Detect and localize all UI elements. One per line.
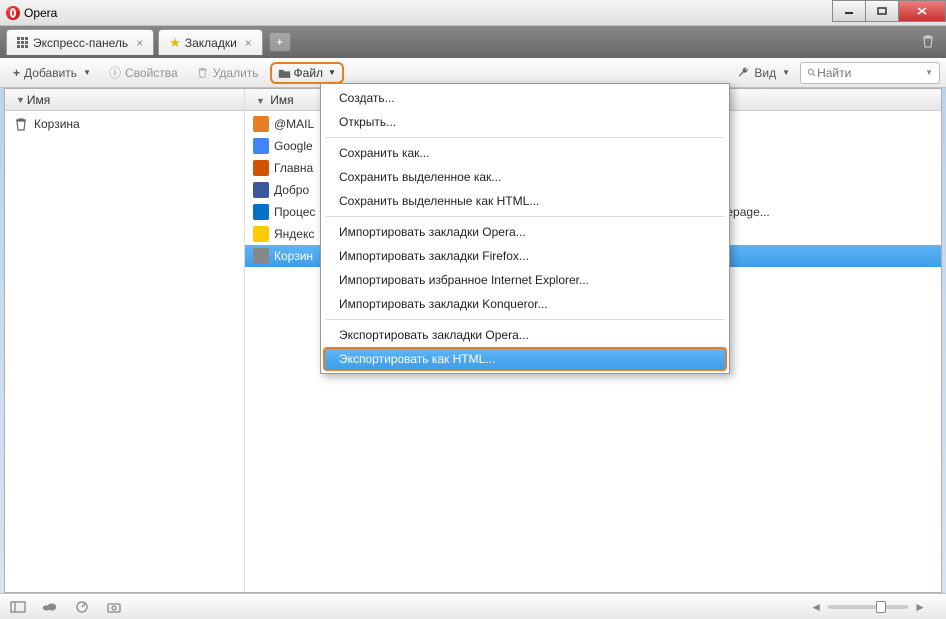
chevron-left-icon[interactable]: ◄ [810,600,822,614]
favicon-icon [253,248,269,264]
file-menu-button[interactable]: Файл ▼ [270,62,344,84]
sync-icon[interactable] [42,600,58,614]
chevron-right-icon[interactable]: ► [914,600,926,614]
menu-item[interactable]: Экспортировать закладки Opera... [323,323,727,347]
menu-item[interactable]: Создать... [323,86,727,110]
chevron-down-icon: ▼ [782,68,790,77]
menu-item[interactable]: Сохранить выделенное как... [323,165,727,189]
plus-icon: + [13,66,20,80]
statusbar: ◄ ► [0,593,946,619]
opera-logo-icon [6,6,20,20]
menu-item[interactable]: Открыть... [323,110,727,134]
chevron-down-icon: ▼ [328,68,336,77]
minimize-button[interactable] [832,0,866,22]
favicon-icon [253,160,269,176]
camera-icon[interactable] [106,600,122,614]
tab-bookmarks[interactable]: Закладки × [158,29,263,55]
file-dropdown-menu: Создать...Открыть...Сохранить как...Сохр… [320,83,730,374]
titlebar: Opera [0,0,946,26]
tree-list: Корзина [5,111,244,137]
properties-label: Свойства [125,66,178,80]
menu-item[interactable]: Импортировать закладки Firefox... [323,244,727,268]
maximize-button[interactable] [865,0,899,22]
view-label: Вид [754,66,776,80]
menu-item[interactable]: Импортировать избранное Internet Explore… [323,268,727,292]
tab-close-icon[interactable]: × [245,36,252,50]
delete-label: Удалить [213,66,259,80]
tab-close-icon[interactable]: × [136,36,143,50]
star-icon [169,35,181,51]
properties-button[interactable]: ⓘ Свойства [102,61,185,84]
menu-item[interactable]: Сохранить выделенные как HTML... [323,189,727,213]
wrench-icon [737,66,750,79]
tree-header[interactable]: ▼ Имя [5,89,244,111]
trash-icon [196,66,209,79]
window-title: Opera [24,6,57,20]
chevron-down-icon: ▼ [925,68,933,77]
favicon-icon [253,116,269,132]
folder-tree-pane: ▼ Имя Корзина [5,89,245,592]
file-label: Файл [294,66,324,80]
panel-icon[interactable] [10,600,26,614]
sort-arrow-icon: ▼ [256,96,265,106]
menu-separator [325,319,725,320]
closed-tabs-trash-icon[interactable] [920,33,936,52]
speed-dial-icon [17,37,28,48]
slider-thumb[interactable] [876,601,886,613]
tree-header-label: Имя [27,93,50,107]
menu-item[interactable]: Экспортировать как HTML... [323,347,727,371]
column-header-label: Имя [270,93,293,107]
menu-separator [325,137,725,138]
add-button[interactable]: + Добавить ▼ [6,63,98,83]
zoom-slider[interactable] [828,605,908,609]
turbo-icon[interactable] [74,600,90,614]
favicon-icon [253,226,269,242]
new-tab-button[interactable]: + [269,32,291,52]
menu-separator [325,216,725,217]
view-menu-button[interactable]: Вид ▼ [731,63,796,83]
menu-item[interactable]: Импортировать закладки Konqueror... [323,292,727,316]
delete-button[interactable]: Удалить [189,63,266,83]
menu-item[interactable]: Сохранить как... [323,141,727,165]
chevron-down-icon: ▼ [83,68,91,77]
tab-label: Экспресс-панель [33,36,128,50]
tree-item-label: Корзина [34,117,80,131]
tree-item-trash[interactable]: Корзина [5,113,244,135]
folder-icon [278,67,291,79]
sort-arrow-icon: ▼ [16,95,25,105]
search-input[interactable] [817,66,923,80]
tab-speed-dial[interactable]: Экспресс-панель × [6,29,154,55]
favicon-icon [253,204,269,220]
favicon-icon [253,182,269,198]
info-icon: ⓘ [109,64,121,81]
trash-icon [13,116,29,132]
tab-label: Закладки [185,36,237,50]
search-icon [807,67,817,79]
favicon-icon [253,138,269,154]
menu-item[interactable]: Импортировать закладки Opera... [323,220,727,244]
close-button[interactable] [898,0,946,22]
add-label: Добавить [24,66,77,80]
tabbar: Экспресс-панель × Закладки × + [0,26,946,58]
zoom-slider-area: ◄ ► [810,600,926,614]
search-box[interactable]: ▼ [800,62,940,84]
